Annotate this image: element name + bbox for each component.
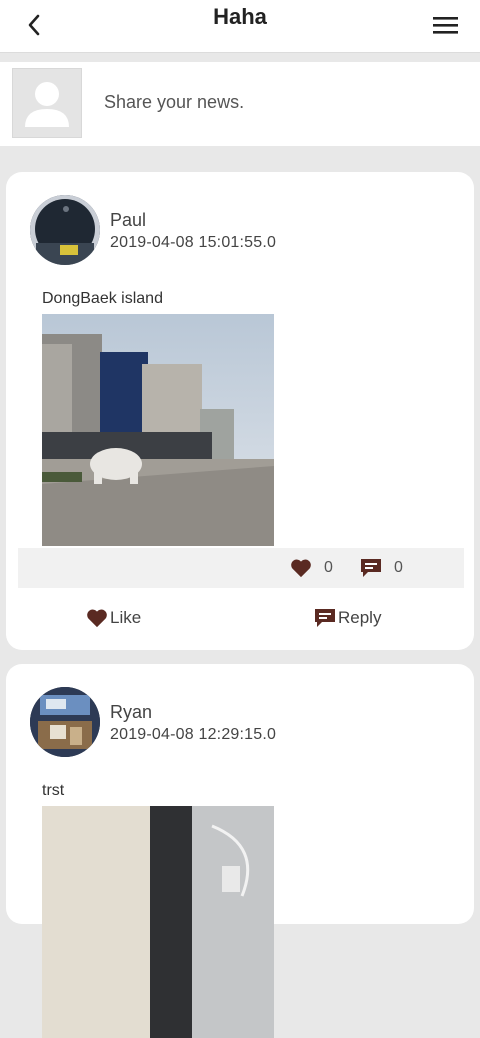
post-card: Ryan 2019-04-08 12:29:15.0 trst — [6, 664, 474, 1038]
comment-icon — [361, 559, 381, 577]
reply-button[interactable]: Reply — [314, 608, 381, 628]
top-app-bar: Haha — [0, 0, 480, 53]
like-count-value: 0 — [324, 559, 333, 576]
reply-button-label: Reply — [338, 608, 382, 627]
post-author[interactable]: Paul — [110, 210, 146, 231]
menu-button[interactable] — [432, 14, 460, 38]
post-photo[interactable] — [42, 806, 274, 1038]
post-timestamp: 2019-04-08 15:01:55.0 — [110, 234, 277, 251]
post-text: DongBaek island — [42, 290, 163, 307]
post-text: trst — [42, 782, 65, 799]
post-timestamp: 2019-04-08 12:29:15.0 — [110, 726, 277, 743]
heart-icon — [87, 609, 107, 628]
avatar[interactable] — [30, 687, 100, 757]
post-card: Paul 2019-04-08 15:01:55.0 DongBaek isla… — [6, 172, 474, 650]
post-author[interactable]: Ryan — [110, 702, 152, 723]
share-composer[interactable]: Share your news. — [0, 62, 480, 146]
share-input[interactable]: Share your news. — [104, 92, 244, 113]
avatar[interactable] — [30, 195, 100, 265]
like-count: 0 — [290, 558, 333, 578]
heart-icon — [291, 559, 311, 578]
reply-count-value: 0 — [394, 559, 403, 576]
user-placeholder-icon — [12, 68, 82, 138]
post-photo[interactable] — [42, 314, 274, 546]
like-button-label: Like — [110, 608, 142, 627]
like-button[interactable]: Like — [86, 608, 141, 628]
page-title: Haha — [213, 4, 267, 29]
reply-count: 0 — [360, 558, 403, 578]
post-stats-bar: 0 0 — [18, 548, 464, 588]
comment-icon — [315, 609, 335, 627]
hamburger-menu-icon — [433, 17, 458, 34]
